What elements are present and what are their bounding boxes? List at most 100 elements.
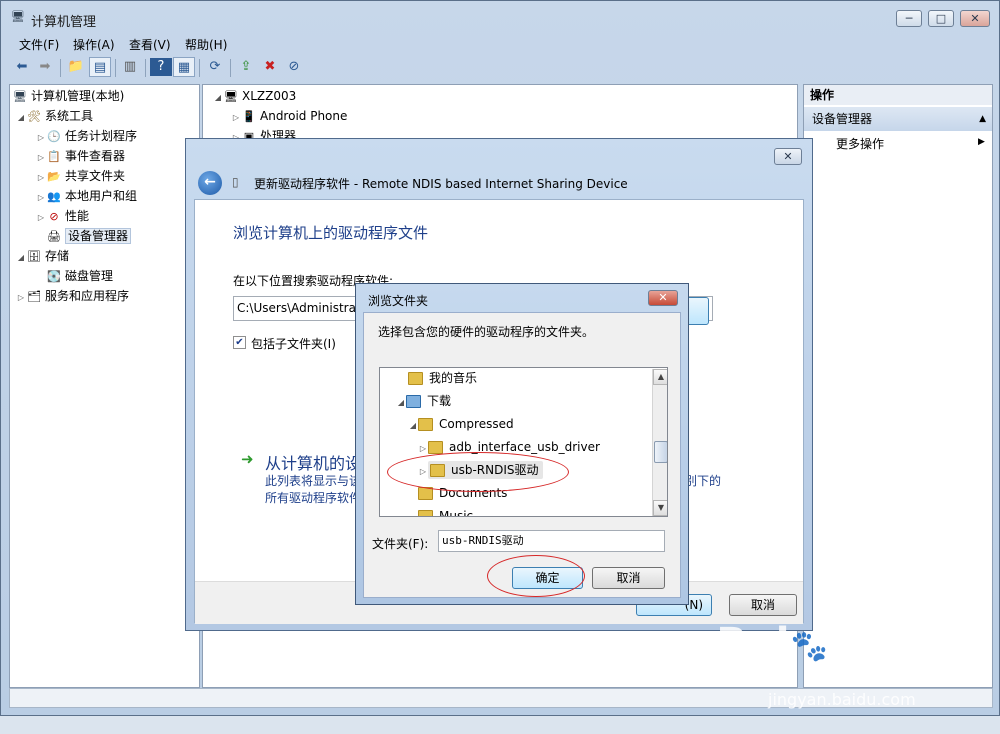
- menu-help[interactable]: 帮助(H): [185, 36, 227, 53]
- scrollbar[interactable]: ▲ ▼: [652, 369, 667, 516]
- tree-local-users[interactable]: ▷ 👥 本地用户和组: [36, 186, 137, 206]
- collapsed-arrow-icon[interactable]: ▷: [36, 168, 46, 188]
- pick-driver-desc-2: 所有驱动程序软件: [265, 491, 362, 505]
- browse-cancel-button[interactable]: 取消: [592, 567, 665, 589]
- expanded-arrow-icon[interactable]: ◢: [396, 393, 406, 413]
- clock-icon: 🕒: [47, 129, 61, 143]
- disable-device-icon[interactable]: ⊘: [283, 57, 305, 77]
- wizard-cancel-button[interactable]: 取消: [729, 594, 797, 616]
- collapsed-arrow-icon[interactable]: ▷: [231, 108, 241, 128]
- expanded-arrow-icon[interactable]: ◢: [16, 248, 26, 268]
- scroll-thumb[interactable]: [654, 441, 667, 463]
- folder-icon: [418, 510, 433, 516]
- back-icon[interactable]: ⬅: [11, 57, 33, 77]
- forward-icon[interactable]: ➡: [34, 57, 56, 77]
- tree-event-viewer[interactable]: ▷ 📋 事件查看器: [36, 146, 125, 166]
- actions-device-manager[interactable]: 设备管理器 ▲: [804, 107, 992, 131]
- highlight-oval: [487, 555, 585, 597]
- tree-storage[interactable]: ◢ 🗄 存储: [16, 246, 69, 266]
- collapsed-arrow-icon[interactable]: ▷: [36, 148, 46, 168]
- tree-item-label: 共享文件夹: [65, 169, 126, 183]
- tree-task-scheduler[interactable]: ▷ 🕒 任务计划程序: [36, 126, 137, 146]
- scan-hardware-icon[interactable]: ⟳: [204, 57, 226, 77]
- wizard-close-button[interactable]: ✕: [774, 148, 802, 165]
- up-folder-icon[interactable]: 📁: [65, 57, 87, 77]
- expanded-arrow-icon[interactable]: ◢: [213, 88, 223, 108]
- folder-item-label: Compressed: [439, 417, 514, 431]
- collapsed-arrow-icon[interactable]: ▷: [16, 288, 26, 308]
- help-icon[interactable]: ?: [150, 58, 172, 76]
- collapsed-arrow-icon[interactable]: ▷: [36, 128, 46, 148]
- toolbar: ⬅ ➡ 📁 ▤ ▥ ? ▦ ⟳ ⇪ ✖ ⊘: [1, 55, 999, 81]
- folder-item-label: 我的音乐: [429, 371, 478, 385]
- more-actions[interactable]: 更多操作: [836, 135, 884, 152]
- folder-item[interactable]: ◢ Compressed: [408, 414, 514, 434]
- tree-root-label: 计算机管理(本地): [31, 89, 125, 103]
- tree-device-manager[interactable]: 🖨 设备管理器: [46, 226, 132, 246]
- back-arrow-icon[interactable]: ←: [198, 171, 222, 195]
- storage-icon: 🗄: [27, 249, 41, 263]
- tree-disk-management[interactable]: 💽 磁盘管理: [46, 266, 113, 286]
- scroll-up-icon[interactable]: ▲: [653, 369, 667, 385]
- tools-icon: 🛠: [27, 109, 41, 123]
- maximize-button[interactable]: □: [928, 10, 954, 27]
- tree-disk-label: 磁盘管理: [65, 269, 114, 283]
- close-button[interactable]: ✕: [960, 10, 990, 27]
- pick-driver-link[interactable]: 从计算机的设: [265, 450, 361, 474]
- folder-item-label: Music: [439, 509, 474, 517]
- browse-prompt: 选择包含您的硬件的驱动程序的文件夹。: [378, 325, 595, 339]
- pick-driver-desc-tail: 别下的: [685, 474, 722, 488]
- tree-system-tools-label: 系统工具: [45, 109, 94, 123]
- folder-item[interactable]: ◢ 下载: [396, 391, 451, 411]
- computer-icon: 🖥: [224, 89, 238, 103]
- uninstall-icon[interactable]: ✖: [259, 57, 281, 77]
- expanded-arrow-icon[interactable]: ◢: [16, 108, 26, 128]
- tree-root[interactable]: 🖥 计算机管理(本地): [12, 86, 124, 106]
- tree-services[interactable]: ▷ 🗂 服务和应用程序: [16, 286, 129, 306]
- actions-device-manager-label: 设备管理器: [812, 112, 873, 126]
- menu-file[interactable]: 文件(F): [19, 36, 59, 53]
- collapsed-arrow-icon[interactable]: ▷: [36, 188, 46, 208]
- minimize-button[interactable]: ─: [896, 10, 922, 27]
- include-subfolders-checkbox[interactable]: ✔: [233, 336, 246, 349]
- toolbar-separator: [115, 59, 116, 77]
- tree-performance[interactable]: ▷ ⊘ 性能: [36, 206, 89, 226]
- browse-close-button[interactable]: ✕: [648, 290, 678, 306]
- folder-tree[interactable]: 我的音乐 ◢ 下载 ◢ Compressed ▷ adb_interface_usb_…: [379, 367, 668, 517]
- tree-shared-folders[interactable]: ▷ 📂 共享文件夹: [36, 166, 125, 186]
- folder-item[interactable]: Music: [418, 506, 474, 517]
- computer-management-icon: 🖥: [11, 10, 25, 23]
- toolbar-separator: [60, 59, 61, 77]
- collapse-arrow-icon[interactable]: ▲: [979, 107, 986, 131]
- performance-icon: ⊘: [49, 209, 59, 223]
- wizard-heading: 浏览计算机上的驱动程序文件: [233, 224, 429, 242]
- folder-icon: [428, 441, 443, 454]
- tree-system-tools[interactable]: ◢ 🛠 系统工具: [16, 106, 93, 126]
- services-icon: 🗂: [27, 289, 41, 303]
- folder-item[interactable]: 我的音乐: [408, 368, 477, 388]
- collapsed-arrow-icon[interactable]: ▷: [36, 208, 46, 228]
- folder-field-label: 文件夹(F):: [372, 537, 429, 551]
- toolbar-separator: [199, 59, 200, 77]
- tree-item-label: 本地用户和组: [65, 189, 138, 203]
- toolbar-separator: [145, 59, 146, 77]
- device-computer[interactable]: ◢ 🖥 XLZZ003: [213, 86, 296, 106]
- highlight-oval: [387, 452, 569, 492]
- pick-driver-desc-1: 此列表将显示与该: [265, 474, 362, 488]
- menu-action[interactable]: 操作(A): [73, 36, 115, 53]
- watermark-logo: Bai🐾du经验: [716, 620, 950, 666]
- device-android[interactable]: ▷ 📱 Android Phone: [231, 106, 347, 126]
- folder-icon: [418, 418, 433, 431]
- event-log-icon: 📋: [47, 149, 61, 163]
- folder-item-label: 下载: [427, 394, 452, 408]
- folder-field-input[interactable]: usb-RNDIS驱动: [438, 530, 665, 552]
- export-list-icon[interactable]: ▥: [119, 57, 141, 77]
- expanded-arrow-icon[interactable]: ◢: [408, 416, 418, 436]
- console-tree-icon[interactable]: ▤: [89, 57, 111, 77]
- menu-view[interactable]: 查看(V): [129, 36, 171, 53]
- update-driver-icon[interactable]: ⇪: [235, 57, 257, 77]
- tree-item-label: 事件查看器: [65, 149, 126, 163]
- device-android-label: Android Phone: [260, 109, 348, 123]
- properties-icon[interactable]: ▦: [173, 57, 195, 77]
- scroll-down-icon[interactable]: ▼: [653, 500, 667, 516]
